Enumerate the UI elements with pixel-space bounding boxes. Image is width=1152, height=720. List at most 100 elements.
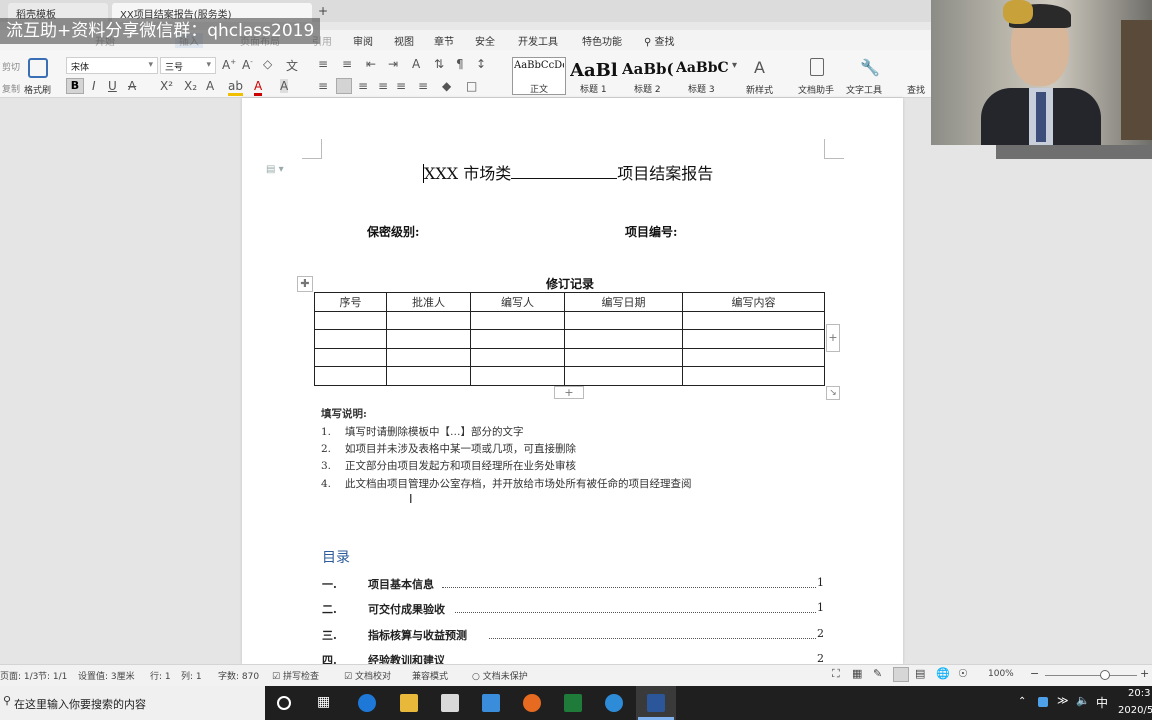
strikethrough-icon[interactable]: A: [128, 79, 136, 93]
table-cell[interactable]: [386, 310, 471, 330]
table-cell[interactable]: [314, 366, 387, 386]
status-page[interactable]: 页面: 1/3: [0, 669, 38, 682]
underline-icon[interactable]: U: [108, 79, 117, 93]
mail-icon[interactable]: [482, 694, 500, 712]
borders-icon[interactable]: □: [466, 79, 477, 93]
firefox-icon[interactable]: [523, 694, 541, 712]
outline-view-icon[interactable]: ▤: [915, 667, 925, 680]
indent-icon[interactable]: ⇥: [388, 57, 398, 71]
clock-date[interactable]: 2020/5: [1118, 705, 1152, 716]
bold-icon[interactable]: B: [66, 78, 84, 94]
text-tools-button[interactable]: 文字工具: [846, 83, 882, 96]
find-replace-button[interactable]: 查找: [907, 83, 925, 96]
table-cell[interactable]: [564, 366, 683, 386]
table-row[interactable]: [314, 347, 825, 367]
table-cell[interactable]: [314, 329, 387, 349]
edit-mode-icon[interactable]: ✎: [873, 667, 882, 680]
table-cell[interactable]: [564, 329, 683, 349]
status-word-count[interactable]: 字数: 870: [218, 669, 259, 682]
zoom-slider-track[interactable]: [1045, 675, 1137, 676]
chevron-up-icon[interactable]: ⌃: [1018, 696, 1026, 707]
outdent-icon[interactable]: ⇤: [366, 57, 376, 71]
web-view-icon[interactable]: 🌐: [936, 667, 950, 680]
revision-table[interactable]: 序号 批准人 编写人 编写日期 编写内容: [314, 292, 825, 386]
format-painter-icon[interactable]: [28, 58, 48, 78]
chinese-layout-icon[interactable]: A: [412, 57, 420, 71]
table-row[interactable]: [314, 366, 825, 386]
justify-icon[interactable]: ≡: [378, 79, 388, 93]
table-row[interactable]: [314, 310, 825, 330]
table-cell[interactable]: [682, 329, 825, 349]
superscript-icon[interactable]: X²: [160, 79, 173, 93]
add-column-button[interactable]: +: [826, 324, 840, 352]
cortana-icon[interactable]: [277, 696, 291, 710]
line-spacing-icon[interactable]: ↕: [476, 57, 486, 71]
table-cell[interactable]: [386, 329, 471, 349]
menu-special[interactable]: 特色功能: [582, 33, 622, 48]
zoom-out-button[interactable]: −: [1030, 667, 1039, 680]
edge-icon[interactable]: [358, 694, 376, 712]
store-icon[interactable]: [441, 694, 459, 712]
table-cell[interactable]: [386, 347, 471, 367]
line-spacing2-icon[interactable]: ≡: [418, 79, 428, 93]
align-left-icon[interactable]: ≡: [318, 79, 328, 93]
new-style-icon[interactable]: A: [754, 58, 765, 77]
grow-font-icon[interactable]: A+: [222, 58, 236, 72]
add-row-button[interactable]: +: [554, 386, 584, 399]
table-cell[interactable]: [470, 366, 565, 386]
table-cell[interactable]: [564, 347, 683, 367]
shading-icon[interactable]: ◆: [442, 79, 451, 93]
style-h1-sample[interactable]: AaBl: [570, 60, 620, 81]
wps-writer-icon[interactable]: [647, 694, 665, 712]
zoom-slider-thumb[interactable]: [1100, 670, 1110, 680]
fullscreen-icon[interactable]: ⛶: [832, 667, 840, 681]
volume-icon[interactable]: 🔈: [1076, 694, 1090, 707]
toc-entry[interactable]: 可交付成果验收: [368, 601, 445, 617]
toc-entry[interactable]: 项目基本信息: [368, 576, 434, 592]
menu-review[interactable]: 审阅: [353, 33, 373, 48]
clear-format-icon[interactable]: ◇: [263, 57, 272, 71]
chevron-down-icon[interactable]: ▾: [732, 60, 737, 71]
menu-view[interactable]: 视图: [394, 33, 414, 48]
style-h3-sample[interactable]: AaBbC: [676, 60, 730, 76]
wrench-icon[interactable]: 🔧: [860, 58, 880, 77]
file-explorer-icon[interactable]: [400, 694, 418, 712]
italic-icon[interactable]: I: [92, 79, 96, 93]
highlight-icon[interactable]: ab: [228, 79, 243, 96]
toc-entry[interactable]: 指标核算与收益预测: [368, 627, 467, 643]
style-h2-sample[interactable]: AaBb(: [622, 60, 674, 78]
new-style-button[interactable]: 新样式: [746, 83, 773, 96]
network-icon[interactable]: ≫: [1057, 694, 1069, 707]
table-cell[interactable]: [470, 347, 565, 367]
eye-protection-icon[interactable]: ☉: [958, 667, 968, 680]
bullet-list-icon[interactable]: ≡: [318, 57, 328, 71]
spell-check-button[interactable]: ☑ 拼写检查: [272, 669, 319, 682]
task-view-icon[interactable]: ▦: [317, 694, 330, 710]
proofread-button[interactable]: ☑ 文档校对: [344, 669, 391, 682]
menu-security[interactable]: 安全: [475, 33, 495, 48]
qq-icon[interactable]: [605, 694, 623, 712]
menu-find[interactable]: ⚲ 查找: [644, 33, 675, 48]
paste-options-icon[interactable]: ▤ ▾: [266, 164, 284, 175]
table-cell[interactable]: [386, 366, 471, 386]
cut-button[interactable]: 剪切: [2, 60, 20, 73]
sort-icon[interactable]: ⇅: [434, 57, 444, 71]
table-cell[interactable]: [470, 310, 565, 330]
table-cell[interactable]: [314, 347, 387, 367]
menu-chapter[interactable]: 章节: [434, 33, 454, 48]
zoom-level[interactable]: 100%: [988, 669, 1014, 679]
menu-dev-tools[interactable]: 开发工具: [518, 33, 558, 48]
font-color-icon[interactable]: A: [254, 79, 263, 96]
table-cell[interactable]: [682, 310, 825, 330]
clock-time[interactable]: 20:3: [1128, 688, 1150, 699]
protection-button[interactable]: ○ 文档未保护: [472, 669, 528, 682]
page-view-icon[interactable]: [893, 667, 909, 682]
table-cell[interactable]: [682, 366, 825, 386]
table-cell[interactable]: [470, 329, 565, 349]
tray-app-icon[interactable]: [1038, 697, 1048, 707]
numbered-list-icon[interactable]: ≡: [342, 57, 352, 71]
align-center-icon[interactable]: [336, 78, 352, 94]
doc-assistant-button[interactable]: 文档助手: [798, 83, 834, 96]
font-size-select[interactable]: 三号 ▾: [160, 57, 216, 74]
new-tab-icon[interactable]: +: [318, 4, 328, 18]
